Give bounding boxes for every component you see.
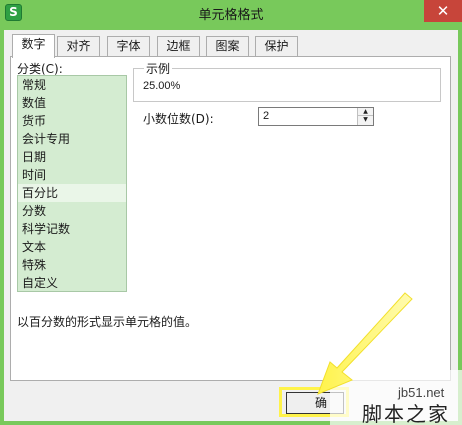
format-description: 以百分数的形式显示单元格的值。: [17, 315, 198, 329]
window-title: 单元格格式: [198, 8, 264, 23]
tab-border[interactable]: 边框: [157, 36, 200, 56]
spin-down-icon[interactable]: ▼: [358, 116, 373, 124]
tab-number[interactable]: 数字: [12, 34, 55, 58]
sample-label: 示例: [144, 60, 173, 77]
category-item-selected[interactable]: 百分比: [18, 184, 126, 202]
category-item[interactable]: 会计专用: [18, 130, 126, 148]
category-item[interactable]: 货币: [18, 112, 126, 130]
watermark-site-name: 脚本之家: [362, 402, 450, 425]
category-item[interactable]: 时间: [18, 166, 126, 184]
title-bar: S 单元格格式 ✕: [0, 0, 462, 26]
category-item[interactable]: 常规: [18, 76, 126, 94]
category-list[interactable]: 常规 数值 货币 会计专用 日期 时间 百分比 分数 科学记数 文本 特殊 自定…: [17, 75, 127, 292]
decimal-places-label: 小数位数(D):: [143, 112, 214, 126]
category-item[interactable]: 科学记数: [18, 220, 126, 238]
category-item[interactable]: 日期: [18, 148, 126, 166]
close-button[interactable]: ✕: [424, 0, 462, 22]
category-item[interactable]: 特殊: [18, 256, 126, 274]
category-item[interactable]: 自定义: [18, 274, 126, 292]
tab-font[interactable]: 字体: [107, 36, 150, 56]
sample-value: 25.00%: [143, 80, 181, 92]
tab-protection[interactable]: 保护: [255, 36, 298, 56]
category-item[interactable]: 文本: [18, 238, 126, 256]
spin-up-icon[interactable]: ▲: [358, 108, 373, 116]
tab-alignment[interactable]: 对齐: [57, 36, 100, 56]
tab-pattern[interactable]: 图案: [206, 36, 249, 56]
decimal-places-spinner: ▲ ▼: [357, 108, 373, 125]
category-item[interactable]: 分数: [18, 202, 126, 220]
category-item[interactable]: 数值: [18, 94, 126, 112]
